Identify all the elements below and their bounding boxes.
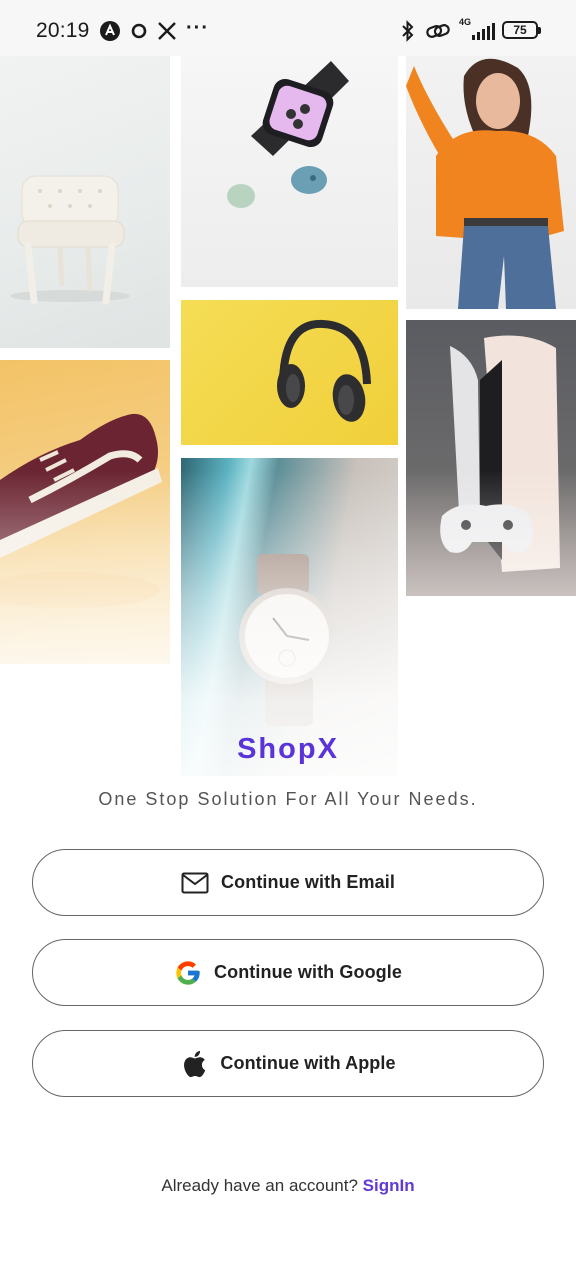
ps5-console-image — [406, 320, 576, 596]
signin-prompt: Already have an account? SignIn — [0, 1176, 576, 1196]
signal-icon — [470, 20, 496, 42]
google-button-label: Continue with Google — [214, 962, 402, 982]
bluetooth-icon — [400, 20, 416, 42]
brand-tagline: One Stop Solution For All Your Needs. — [98, 789, 478, 809]
apple-button-label: Continue with Apple — [220, 1053, 396, 1073]
wristwatch-image — [181, 458, 398, 776]
link-icon — [425, 20, 451, 42]
google-icon — [174, 959, 202, 987]
smartwatch-image — [181, 56, 398, 287]
continue-with-apple-button[interactable]: Continue with Apple — [32, 1030, 544, 1097]
battery-icon: 75 — [502, 21, 541, 39]
email-button-label: Continue with Email — [221, 872, 395, 892]
signin-prompt-text: Already have an account? — [161, 1176, 363, 1195]
sneaker-image — [0, 360, 170, 664]
woman-sweater-image — [406, 56, 576, 309]
apple-icon — [180, 1050, 208, 1078]
more-notifications-icon: ··· — [186, 17, 209, 39]
x-logo-icon — [157, 20, 177, 42]
status-time: 20:19 — [36, 19, 90, 42]
mail-icon — [181, 869, 209, 897]
battery-level: 75 — [513, 23, 527, 37]
brand-name: ShopX — [237, 733, 339, 765]
product-collage — [0, 56, 576, 956]
signin-link[interactable]: SignIn — [363, 1176, 415, 1195]
continue-with-email-button[interactable]: Continue with Email — [32, 849, 544, 916]
a-badge-icon — [99, 20, 121, 42]
headphones-image — [181, 300, 398, 445]
status-bar: 20:19 ··· 4G 75 — [0, 0, 576, 56]
continue-with-google-button[interactable]: Continue with Google — [32, 939, 544, 1006]
chair-image — [0, 56, 170, 348]
ring-icon — [130, 20, 148, 42]
